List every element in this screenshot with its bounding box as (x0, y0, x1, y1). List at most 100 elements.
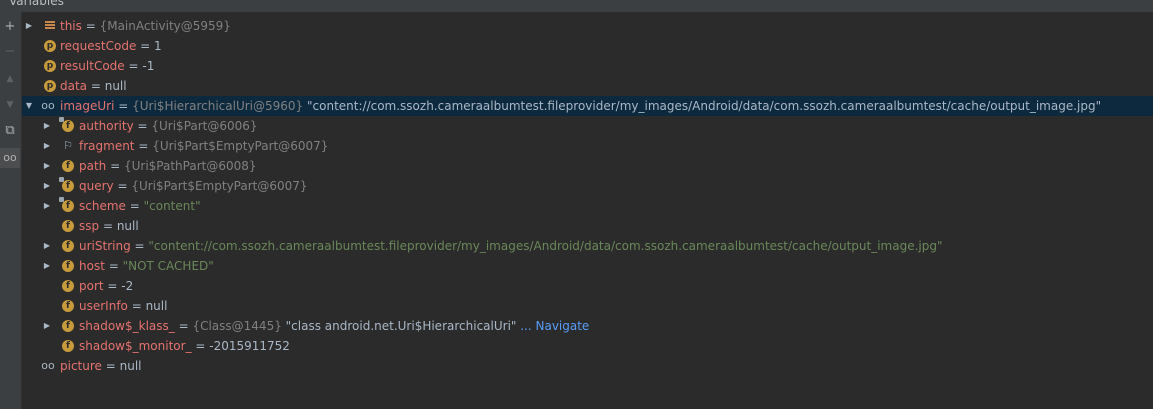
equals-sign: = (81, 19, 100, 33)
var-value: -2015911752 (209, 339, 290, 353)
equals-sign: = (101, 359, 120, 373)
tree-row-host[interactable]: ▶ f host = "NOT CACHED" (22, 256, 1153, 276)
flag-icon: ⚐ (63, 139, 73, 152)
var-name: authority (79, 119, 134, 133)
var-name: port (79, 279, 104, 293)
field-icon: f (62, 320, 74, 332)
equals-sign: = (124, 59, 143, 73)
tree-row-shadow-klass[interactable]: ▶ f shadow$_klass_ = {Class@1445} "class… (22, 316, 1153, 336)
field-icon: f (62, 300, 74, 312)
collapsed-arrow-icon[interactable]: ▶ (42, 156, 52, 176)
tree-row-fragment[interactable]: ▶ ⚐ fragment = {Uri$Part$EmptyPart@6007} (22, 136, 1153, 156)
move-up-icon[interactable]: ▲ (0, 69, 20, 89)
object-icon (44, 20, 56, 32)
var-name: picture (60, 359, 102, 373)
var-value: 1 (154, 39, 162, 53)
collapsed-arrow-icon[interactable]: ▶ (42, 236, 52, 256)
field-icon: f (62, 240, 74, 252)
var-type: {Uri$HierarchicalUri@5960} (132, 99, 304, 113)
var-name: uriString (79, 239, 131, 253)
equals-sign: = (99, 219, 117, 233)
field-icon: f (62, 340, 74, 352)
final-field-icon: f (59, 177, 74, 192)
collapsed-arrow-icon[interactable]: ▶ (42, 316, 52, 336)
watch-icon: oo (41, 99, 55, 112)
var-name: query (79, 179, 114, 193)
tree-row-resultCode[interactable]: p resultCode = -1 (22, 56, 1153, 76)
field-icon: f (62, 220, 74, 232)
variables-tree: ▶ this = {MainActivity@5959} p requestCo… (22, 16, 1153, 376)
tree-row-this[interactable]: ▶ this = {MainActivity@5959} (22, 16, 1153, 36)
var-name: this (60, 19, 82, 33)
equals-sign: = (174, 319, 193, 333)
tree-row-userInfo[interactable]: f userInfo = null (22, 296, 1153, 316)
var-name: shadow$_klass_ (79, 319, 175, 333)
tree-row-port[interactable]: f port = -2 (22, 276, 1153, 296)
equals-sign: = (87, 79, 105, 93)
collapsed-arrow-icon[interactable]: ▶ (42, 116, 52, 136)
var-type: {Class@1445} (192, 319, 282, 333)
var-type: {MainActivity@5959} (99, 19, 231, 33)
var-value: null (116, 219, 139, 233)
var-type: {Uri$Part$EmptyPart@6007} (152, 139, 329, 153)
var-type: {Uri$Part@6006} (151, 119, 258, 133)
final-field-icon: f (59, 117, 74, 132)
tree-row-scheme[interactable]: ▶ f scheme = "content" (22, 196, 1153, 216)
tree-row-uriString[interactable]: ▶ f uriString = "content://com.ssozh.cam… (22, 236, 1153, 256)
copy-icon[interactable]: ⧉ (0, 121, 20, 141)
var-name: imageUri (60, 99, 115, 113)
watches-icon[interactable]: oo (0, 148, 20, 168)
var-name: userInfo (79, 299, 128, 313)
tree-row-ssp[interactable]: f ssp = null (22, 216, 1153, 236)
var-value: "class android.net.Uri$HierarchicalUri" (281, 319, 517, 333)
tree-row-requestCode[interactable]: p requestCode = 1 (22, 36, 1153, 56)
var-value: "content://com.ssozh.cameraalbumtest.fil… (303, 99, 1102, 113)
equals-sign: = (191, 339, 210, 353)
var-value: -2 (121, 279, 134, 293)
collapsed-arrow-icon[interactable]: ▶ (42, 176, 52, 196)
final-field-icon: f (59, 197, 74, 212)
var-name: shadow$_monitor_ (79, 339, 192, 353)
tree-row-authority[interactable]: ▶ f authority = {Uri$Part@6006} (22, 116, 1153, 136)
field-icon: f (62, 280, 74, 292)
var-value: -1 (142, 59, 155, 73)
tree-row-shadow-monitor[interactable]: f shadow$_monitor_ = -2015911752 (22, 336, 1153, 356)
equals-sign: = (106, 159, 124, 173)
parameter-icon: p (44, 40, 56, 52)
navigate-link[interactable]: ... Navigate (516, 319, 589, 333)
var-value: null (119, 359, 142, 373)
tree-row-query[interactable]: ▶ f query = {Uri$Part$EmptyPart@6007} (22, 176, 1153, 196)
tree-row-picture[interactable]: oo picture = null (22, 356, 1153, 376)
tree-row-imageUri[interactable]: ▼ oo imageUri = {Uri$HierarchicalUri@596… (22, 96, 1153, 116)
var-type: {Uri$Part$EmptyPart@6007} (131, 179, 308, 193)
collapsed-arrow-icon[interactable]: ▶ (24, 16, 34, 36)
var-name: resultCode (60, 59, 125, 73)
tree-row-path[interactable]: ▶ f path = {Uri$PathPart@6008} (22, 156, 1153, 176)
collapsed-arrow-icon[interactable]: ▶ (42, 136, 52, 156)
parameter-icon: p (44, 60, 56, 72)
var-value: null (145, 299, 168, 313)
equals-sign: = (114, 99, 133, 113)
equals-sign: = (136, 39, 155, 53)
var-name: fragment (79, 139, 135, 153)
var-name: host (79, 259, 105, 273)
variables-panel-header: Variables (0, 0, 1153, 12)
panel-title: Variables (9, 0, 64, 8)
equals-sign: = (103, 279, 122, 293)
equals-sign: = (113, 179, 132, 193)
var-string-value: "content" (143, 199, 201, 213)
expanded-arrow-icon[interactable]: ▼ (24, 96, 34, 116)
add-watch-icon[interactable]: + (0, 17, 20, 37)
tree-row-data[interactable]: p data = null (22, 76, 1153, 96)
collapsed-arrow-icon[interactable]: ▶ (42, 256, 52, 276)
move-down-icon[interactable]: ▼ (0, 95, 20, 115)
equals-sign: = (127, 299, 146, 313)
equals-sign: = (134, 139, 153, 153)
var-value: null (104, 79, 127, 93)
equals-sign: = (133, 119, 152, 133)
parameter-icon: p (44, 80, 56, 92)
equals-sign: = (104, 259, 123, 273)
remove-watch-icon[interactable]: − (0, 42, 20, 62)
collapsed-arrow-icon[interactable]: ▶ (42, 196, 52, 216)
equals-sign: = (125, 199, 144, 213)
